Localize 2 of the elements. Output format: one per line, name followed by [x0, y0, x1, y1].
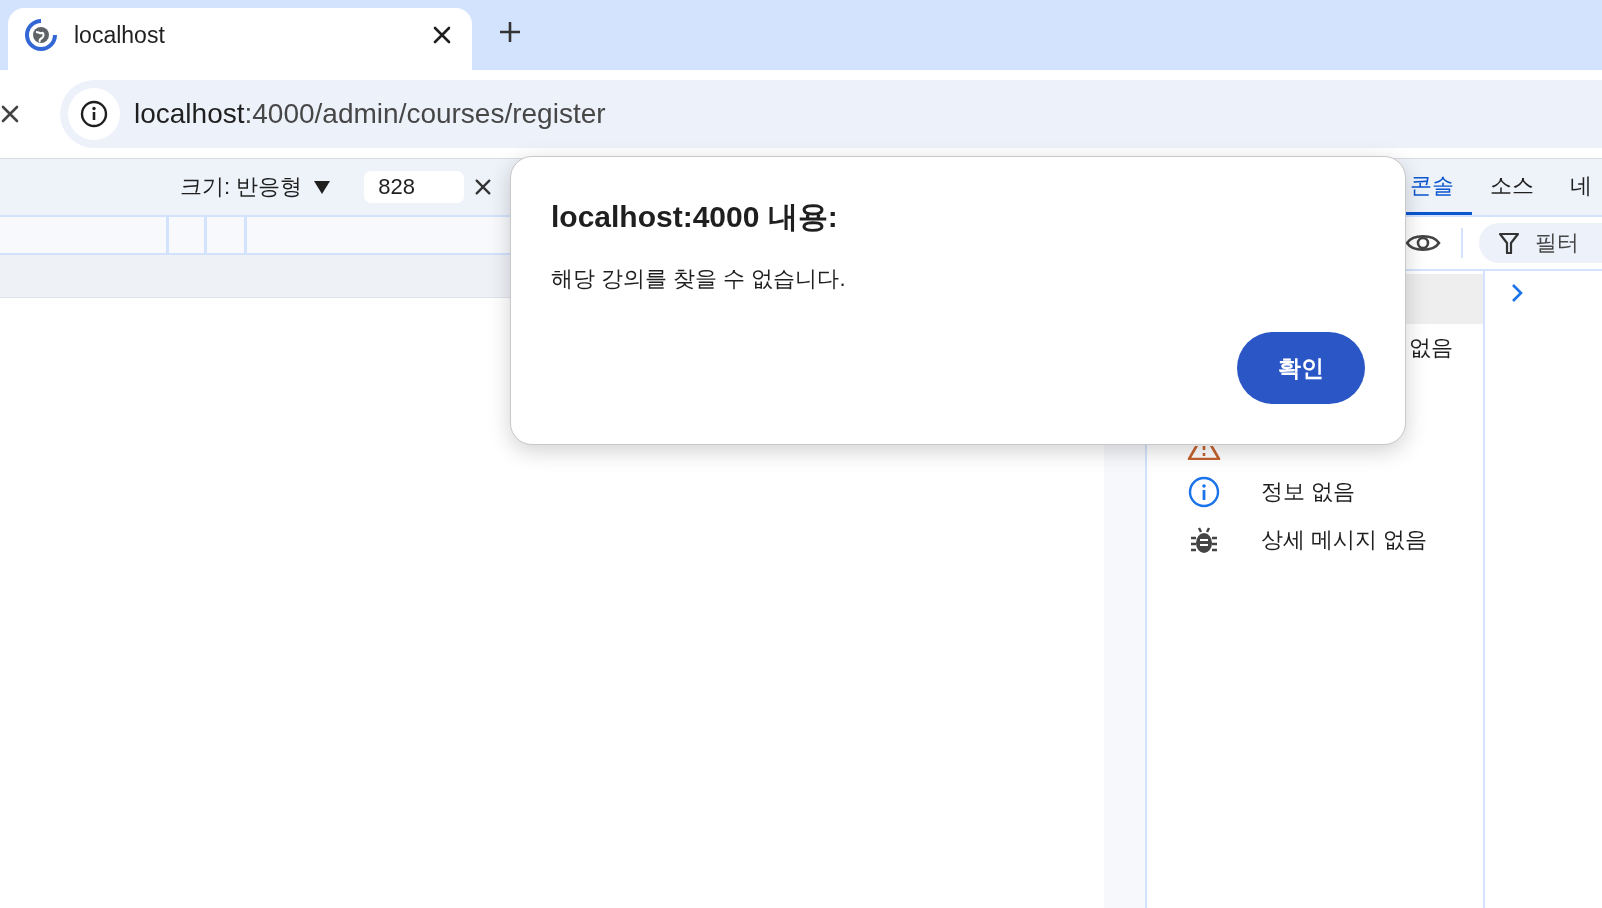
dialog-message: 해당 강의를 찾을 수 없습니다.: [551, 265, 847, 293]
dialog-title: localhost:4000 내용:: [551, 199, 839, 235]
